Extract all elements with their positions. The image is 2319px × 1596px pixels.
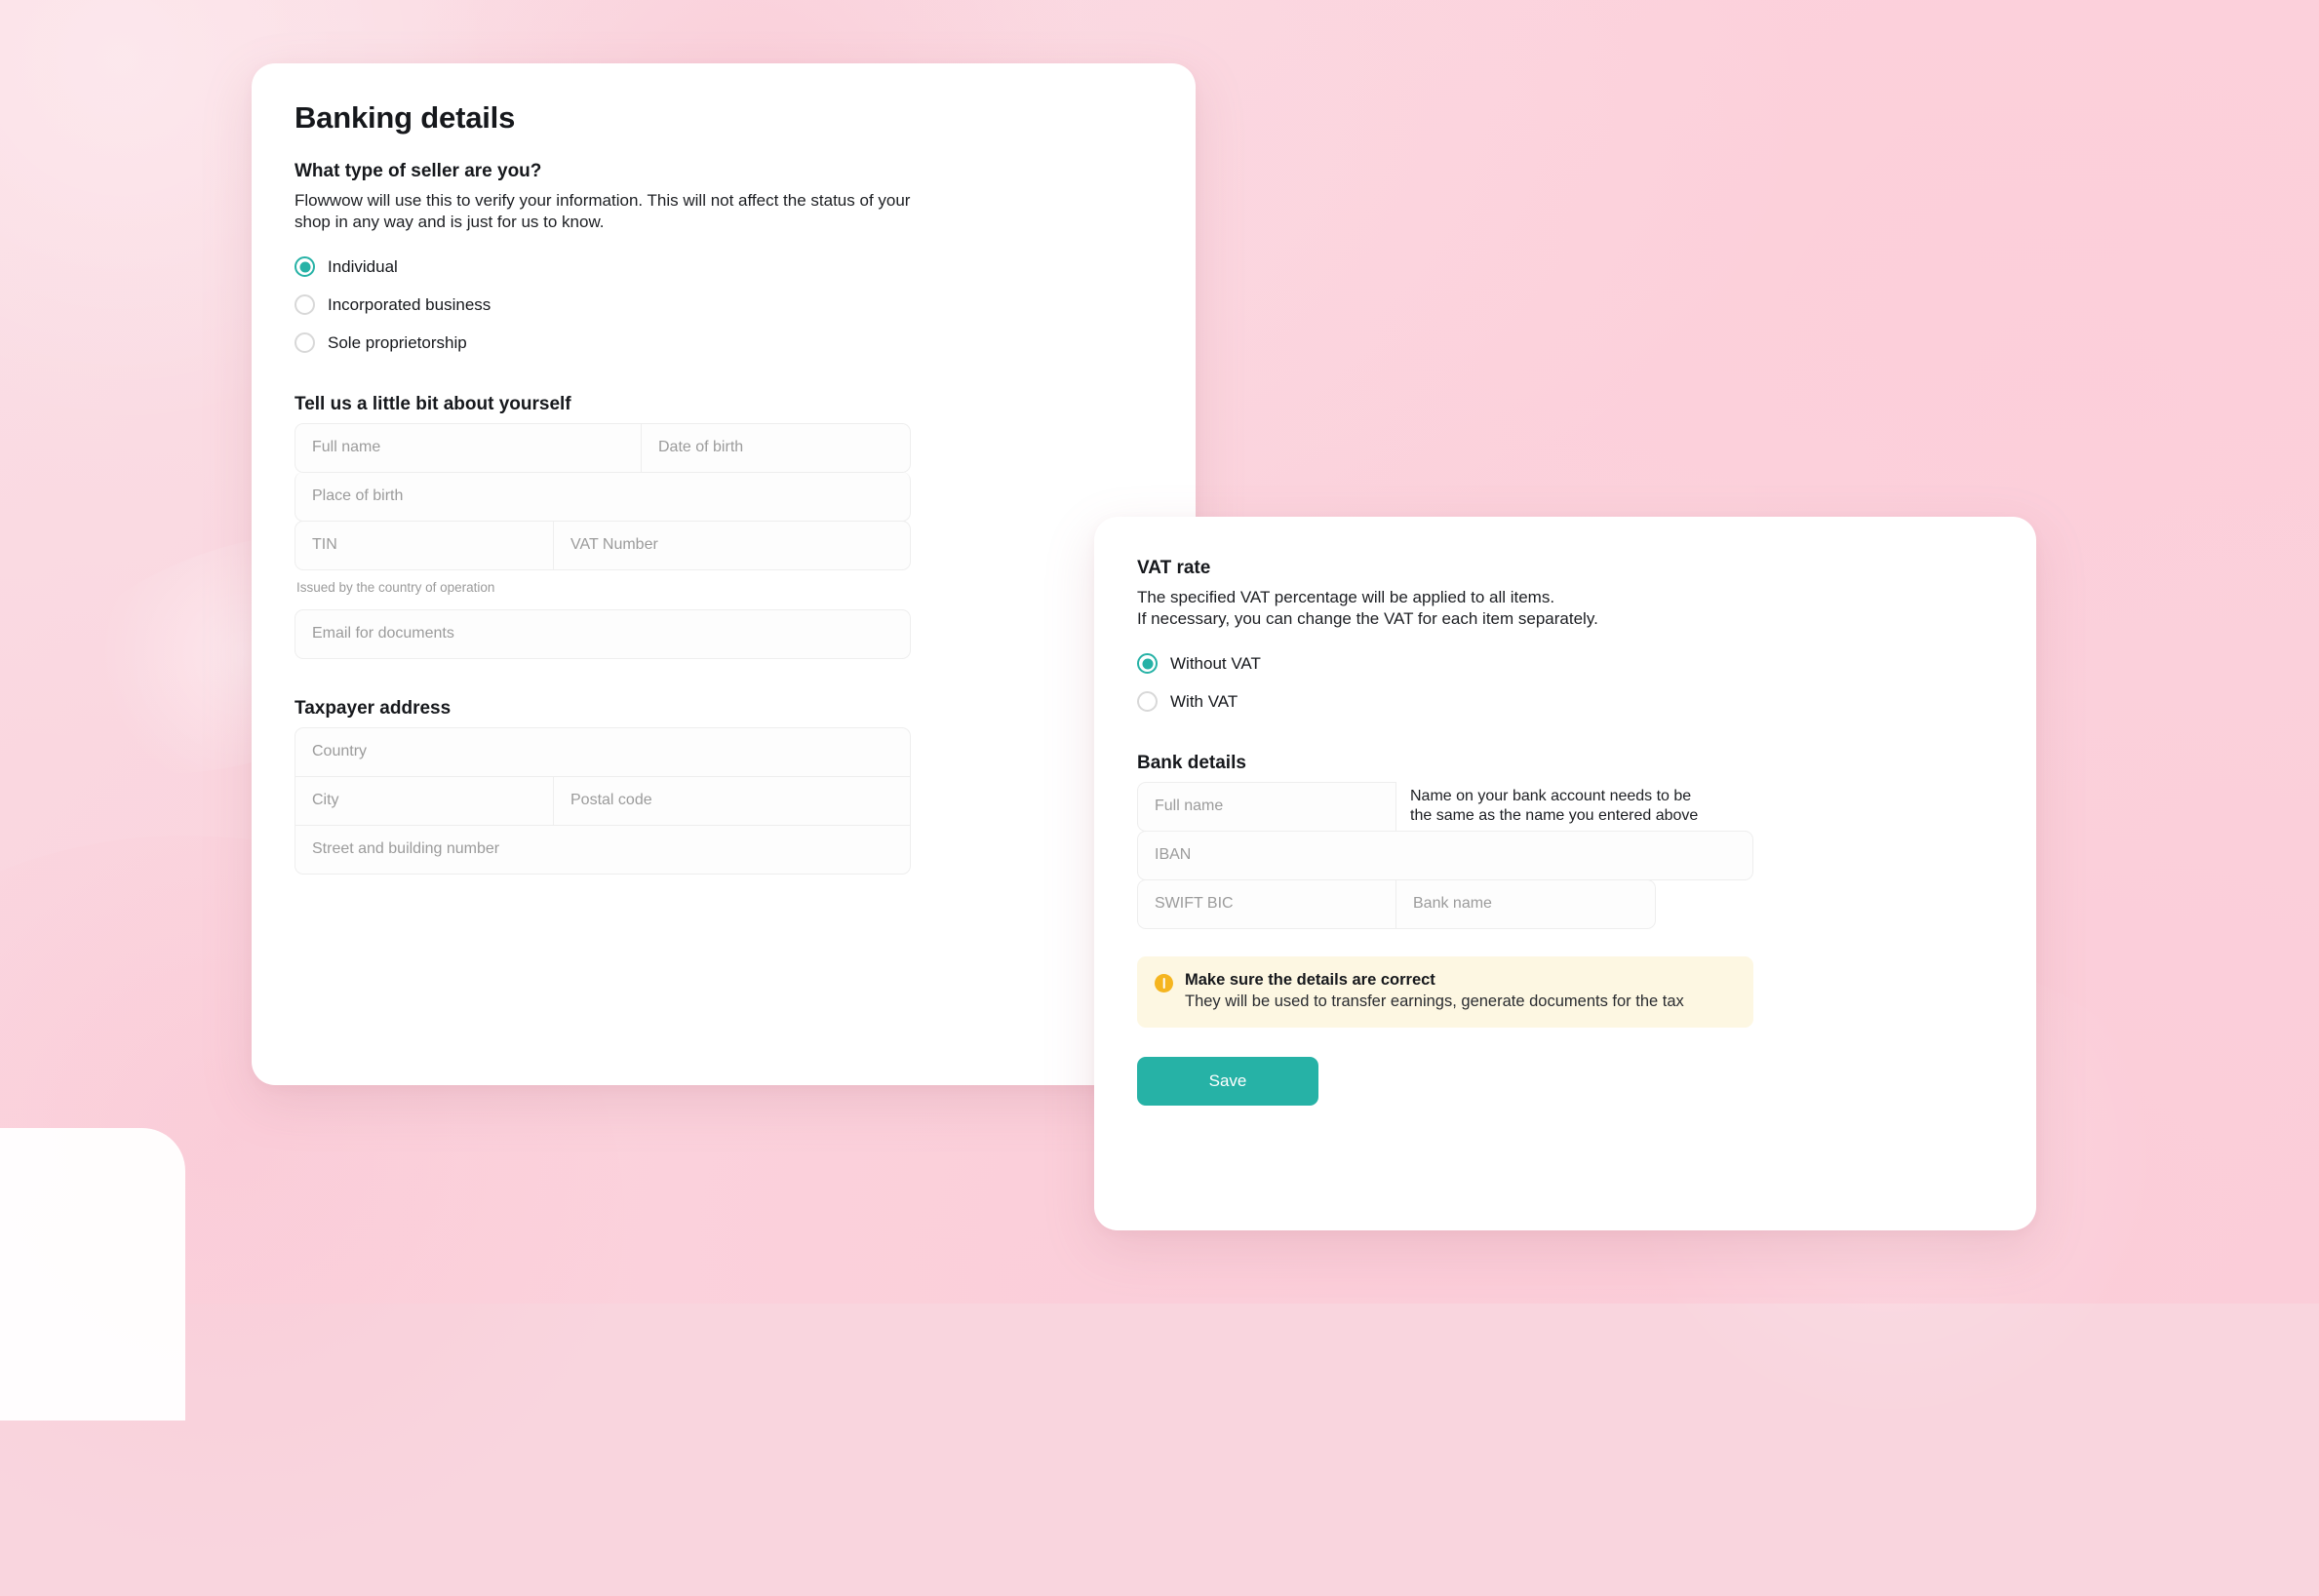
seller-type-heading: What type of seller are you? xyxy=(295,161,542,181)
radio-icon-individual[interactable] xyxy=(295,256,315,278)
full-name-input[interactable]: Full name xyxy=(295,422,642,473)
bank-name-hint-line1: Name on your bank account needs to be xyxy=(1410,787,1692,804)
bank-details-heading: Bank details xyxy=(1137,752,1246,773)
place-of-birth-placeholder: Place of birth xyxy=(312,487,404,504)
name-dob-row: Full name Date of birth xyxy=(295,422,1196,473)
seller-type-option-incorporated-business[interactable]: Incorporated business xyxy=(295,288,1196,323)
page-title: Banking details xyxy=(295,100,516,135)
vat-option-with-vat[interactable]: With VAT xyxy=(1137,684,2036,720)
date-of-birth-input[interactable]: Date of birth xyxy=(642,422,911,473)
tin-vat-row: TIN VAT Number xyxy=(295,520,1196,570)
bank-full-name-placeholder: Full name xyxy=(1155,798,1224,815)
street-placeholder: Street and building number xyxy=(312,840,500,858)
seller-type-description: Flowwow will use this to verify your inf… xyxy=(295,190,1065,234)
vat-and-bank-details-card: VAT rate The specified VAT percentage wi… xyxy=(1094,517,2036,1230)
bank-name-placeholder: Bank name xyxy=(1413,895,1492,913)
city-input[interactable]: City xyxy=(295,775,554,826)
city-postal-row: City Postal code xyxy=(295,775,1196,826)
background-corner-shape xyxy=(0,1128,185,1421)
tin-hint: Issued by the country of operation xyxy=(296,579,495,595)
warning-title: Make sure the details are correct xyxy=(1185,970,1435,989)
postal-code-input[interactable]: Postal code xyxy=(554,775,911,826)
iban-placeholder: IBAN xyxy=(1155,846,1192,864)
country-input[interactable]: Country xyxy=(295,726,911,777)
swift-bic-input[interactable]: SWIFT BIC xyxy=(1137,878,1396,929)
vat-rate-heading: VAT rate xyxy=(1137,558,1211,578)
vat-rate-description-line1: The specified VAT percentage will be app… xyxy=(1137,588,1555,606)
seller-type-label-sole-proprietorship: Sole proprietorship xyxy=(328,332,467,352)
seller-type-description-line2: shop in any way and is just for us to kn… xyxy=(295,213,605,232)
bank-name-hint: Name on your bank account needs to be th… xyxy=(1410,787,1703,828)
seller-type-option-individual[interactable]: Individual xyxy=(295,250,1196,285)
seller-type-label-incorporated-business: Incorporated business xyxy=(328,294,491,314)
full-name-placeholder: Full name xyxy=(312,439,381,456)
warning-banner: Make sure the details are correct They w… xyxy=(1137,955,1753,1028)
bank-full-name-input[interactable]: Full name xyxy=(1137,781,1396,832)
vat-number-placeholder: VAT Number xyxy=(570,536,658,554)
radio-icon-incorporated-business[interactable] xyxy=(295,294,315,316)
taxpayer-address-heading: Taxpayer address xyxy=(295,697,452,719)
vat-label-with-vat: With VAT xyxy=(1170,691,1238,711)
seller-type-option-sole-proprietorship[interactable]: Sole proprietorship xyxy=(295,326,1196,361)
banking-details-card: Banking details What type of seller are … xyxy=(252,63,1196,1085)
email-for-documents-placeholder: Email for documents xyxy=(312,625,454,642)
city-placeholder: City xyxy=(312,792,339,809)
place-of-birth-input[interactable]: Place of birth xyxy=(295,471,911,522)
about-you-heading: Tell us a little bit about yourself xyxy=(295,393,571,414)
radio-icon-without-vat[interactable] xyxy=(1137,653,1158,675)
street-input[interactable]: Street and building number xyxy=(295,824,911,875)
bank-full-name-row: Full name Name on your bank account need… xyxy=(1137,781,2036,832)
swift-bank-row: SWIFT BIC Bank name xyxy=(1137,878,2036,929)
bank-name-input[interactable]: Bank name xyxy=(1396,878,1656,929)
vat-rate-description-line2: If necessary, you can change the VAT for… xyxy=(1137,609,1598,629)
vat-rate-description: The specified VAT percentage will be app… xyxy=(1137,587,1907,631)
tin-input[interactable]: TIN xyxy=(295,520,554,570)
tin-placeholder: TIN xyxy=(312,536,337,554)
seller-type-label-individual: Individual xyxy=(328,256,398,276)
warning-text-wrap: Make sure the details are correct They w… xyxy=(1185,971,1684,1011)
exclamation-circle-icon xyxy=(1155,973,1173,993)
country-placeholder: Country xyxy=(312,743,368,760)
save-button[interactable]: Save xyxy=(1137,1056,1318,1106)
seller-type-description-line1: Flowwow will use this to verify your inf… xyxy=(295,191,911,210)
postal-code-placeholder: Postal code xyxy=(570,792,652,809)
iban-input[interactable]: IBAN xyxy=(1137,830,1753,880)
radio-icon-sole-proprietorship[interactable] xyxy=(295,332,315,354)
bank-name-hint-line2: the same as the name you entered above xyxy=(1410,807,1699,825)
radio-icon-with-vat[interactable] xyxy=(1137,691,1158,713)
vat-number-input[interactable]: VAT Number xyxy=(554,520,911,570)
swift-bic-placeholder: SWIFT BIC xyxy=(1155,895,1234,913)
date-of-birth-placeholder: Date of birth xyxy=(658,439,744,456)
email-for-documents-input[interactable]: Email for documents xyxy=(295,608,911,659)
warning-subtitle: They will be used to transfer earnings, … xyxy=(1185,992,1684,1010)
vat-option-without-vat[interactable]: Without VAT xyxy=(1137,646,2036,681)
vat-label-without-vat: Without VAT xyxy=(1170,653,1261,673)
